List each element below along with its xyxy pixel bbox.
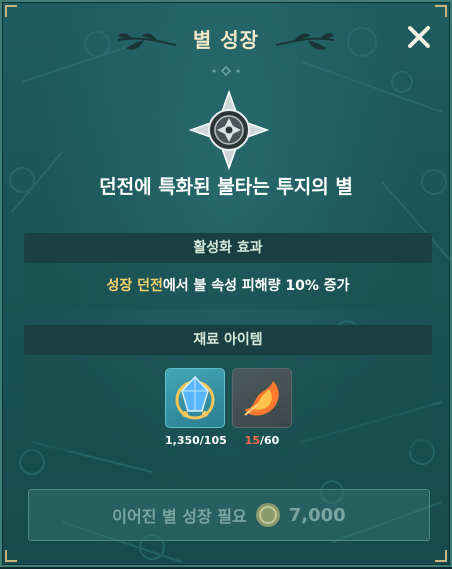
star-name: 던전에 특화된 불타는 투지의 별 [99,176,353,198]
effect-section-heading: 활성화 효과 [24,233,432,263]
grow-star-button[interactable]: 이어진 별 성장 필요 7,000 [28,489,430,541]
title-divider-icon [212,66,240,76]
effect-section-body: 성장 던전에서 불 속성 피해량 10% 증가 [24,263,432,309]
effect-highlight: 성장 던전 [106,278,163,294]
vine-ornament-icon [275,33,335,50]
material-count: 15/60 [232,434,292,447]
frame-corner [435,550,447,562]
star-emblem-icon [189,90,269,170]
material-have: 15 [244,434,260,447]
grow-star-button-label: 이어진 별 성장 필요 [112,507,247,526]
material-count: 1,350/105 [165,434,227,447]
dialog-header: 별 성장 [2,20,450,64]
frame-corner [5,5,17,17]
materials-section-heading: 재료 아이템 [24,325,432,355]
coin-icon [255,503,280,527]
material-slot[interactable] [232,368,292,428]
effect-text: 에서 불 속성 피해량 10% 증가 [162,278,350,294]
grow-star-cost: 7,000 [288,504,346,526]
vine-ornament-icon [117,33,177,50]
star-growth-dialog: 별 성장 던전에 특화된 불타는 투지의 별 활성화 효과 성장 던전에서 불 … [0,0,452,567]
material-item[interactable]: 1,350/105 [165,368,227,447]
material-need: /60 [259,434,280,447]
material-item[interactable]: 15/60 [232,368,292,447]
close-icon[interactable] [404,22,434,52]
dialog-title: 별 성장 [192,28,260,52]
materials-section-body [24,355,432,451]
blue-crystal-icon [175,375,215,420]
material-slot[interactable] [165,368,225,428]
fire-feather-icon [244,381,279,416]
frame-corner [435,5,447,17]
effect-description: 성장 던전에서 불 속성 피해량 10% 증가 [24,263,432,309]
frame-corner [5,550,17,562]
